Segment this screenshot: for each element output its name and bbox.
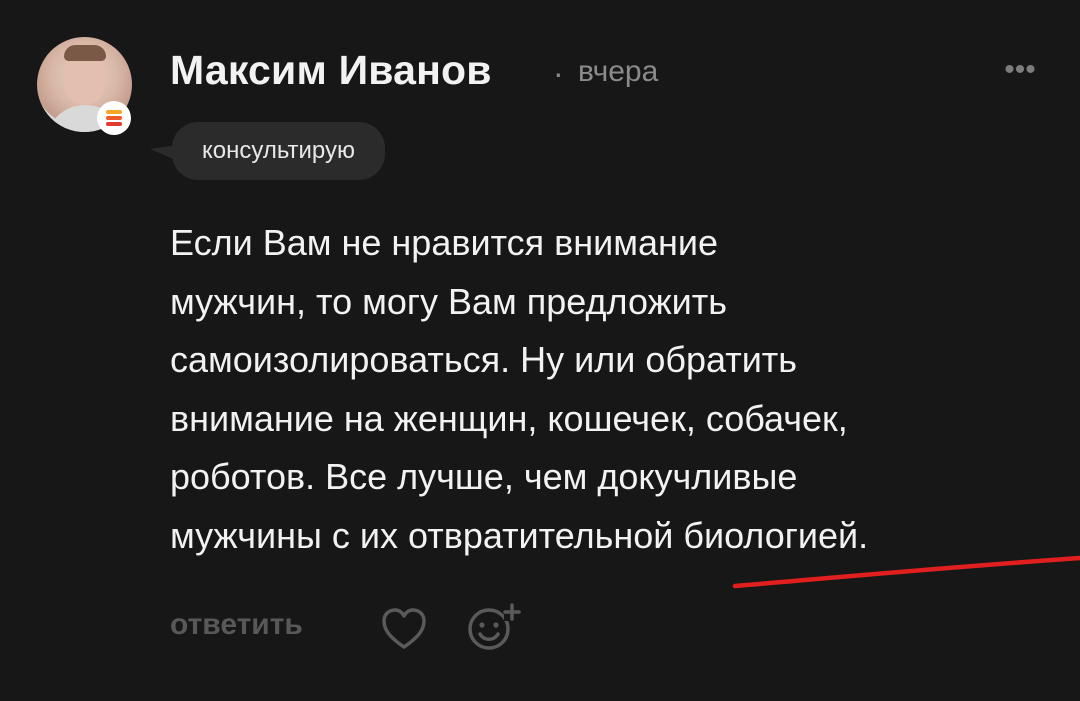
comment-line: мужчин, то могу Вам предложить bbox=[170, 280, 727, 322]
reply-button[interactable]: ответить bbox=[170, 608, 303, 642]
more-options-button[interactable]: ••• bbox=[998, 50, 1042, 94]
badge-stripe bbox=[106, 122, 122, 126]
badge-stripe bbox=[106, 116, 122, 120]
comment-line: Если Вам не нравится внимание bbox=[170, 222, 719, 263]
comment: Максим Иванов · вчера ••• консультирую Е… bbox=[0, 0, 1080, 701]
comment-line: самоизолироваться. Ну или обратить bbox=[170, 339, 798, 380]
comment-time: вчера bbox=[578, 55, 659, 88]
red-underline-annotation bbox=[732, 555, 1080, 589]
author-name[interactable]: Максим Иванов bbox=[170, 47, 492, 94]
comment-line: роботов. Все лучше, чем докучливые bbox=[170, 456, 798, 497]
heart-icon[interactable] bbox=[381, 607, 427, 653]
level-badge-icon bbox=[97, 101, 131, 135]
meta-separator: · bbox=[553, 55, 564, 91]
badge-stripe bbox=[106, 110, 122, 114]
avatar-hair bbox=[64, 45, 106, 61]
author-status-tag: консультирую bbox=[172, 122, 385, 180]
add-reaction-icon[interactable] bbox=[467, 601, 523, 653]
comment-line: внимание на женщин, кошечек, собачек, bbox=[170, 397, 848, 439]
comment-text: Если Вам не нравится внимание мужчин, то… bbox=[170, 214, 1040, 565]
